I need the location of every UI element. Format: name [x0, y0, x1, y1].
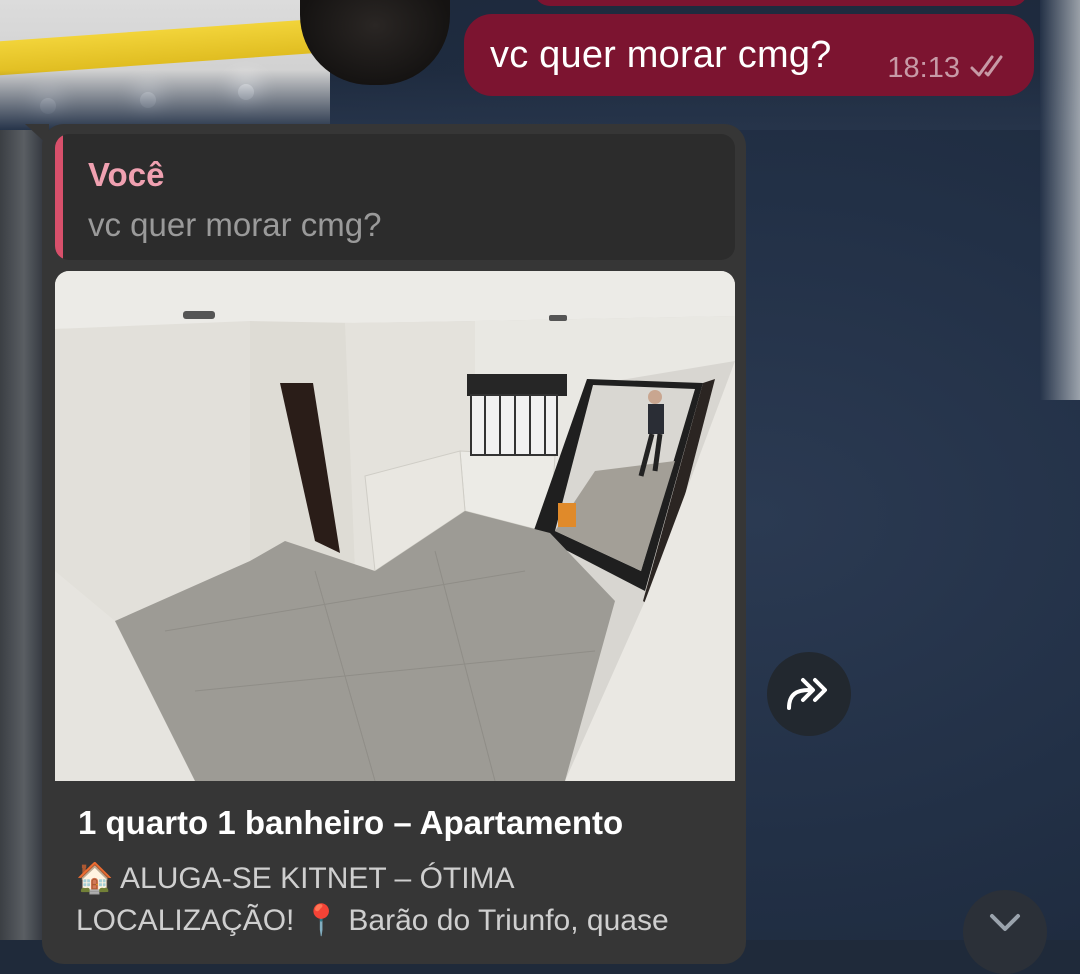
link-preview-title[interactable]: 1 quarto 1 banheiro – Apartamento: [78, 804, 623, 842]
outgoing-message-bubble[interactable]: vc quer morar cmg? 18:13: [464, 14, 1034, 96]
scroll-down-button[interactable]: [963, 890, 1047, 974]
reply-text: vc quer morar cmg?: [88, 206, 382, 243]
reply-quote[interactable]: Você vc quer morar cmg?: [55, 134, 735, 260]
wallpaper-arm: [0, 130, 48, 940]
chevron-down-icon: [990, 914, 1020, 931]
link-preview-image[interactable]: [55, 271, 735, 781]
message-text: vc quer morar cmg?: [490, 34, 832, 76]
link-preview-description: 🏠 ALUGA-SE KITNET – ÓTIMA LOCALIZAÇÃO! 📍…: [76, 862, 669, 937]
forward-button[interactable]: [767, 652, 851, 736]
double-check-icon: [970, 55, 1003, 77]
reply-accent-bar: [55, 134, 63, 260]
wallpaper-right-edge: [1040, 0, 1080, 400]
previous-outgoing-bubble[interactable]: [534, 0, 1028, 6]
message-time: 18:13: [887, 52, 960, 84]
forward-arrow-icon: [787, 678, 827, 710]
reply-sender: Você: [88, 156, 165, 193]
